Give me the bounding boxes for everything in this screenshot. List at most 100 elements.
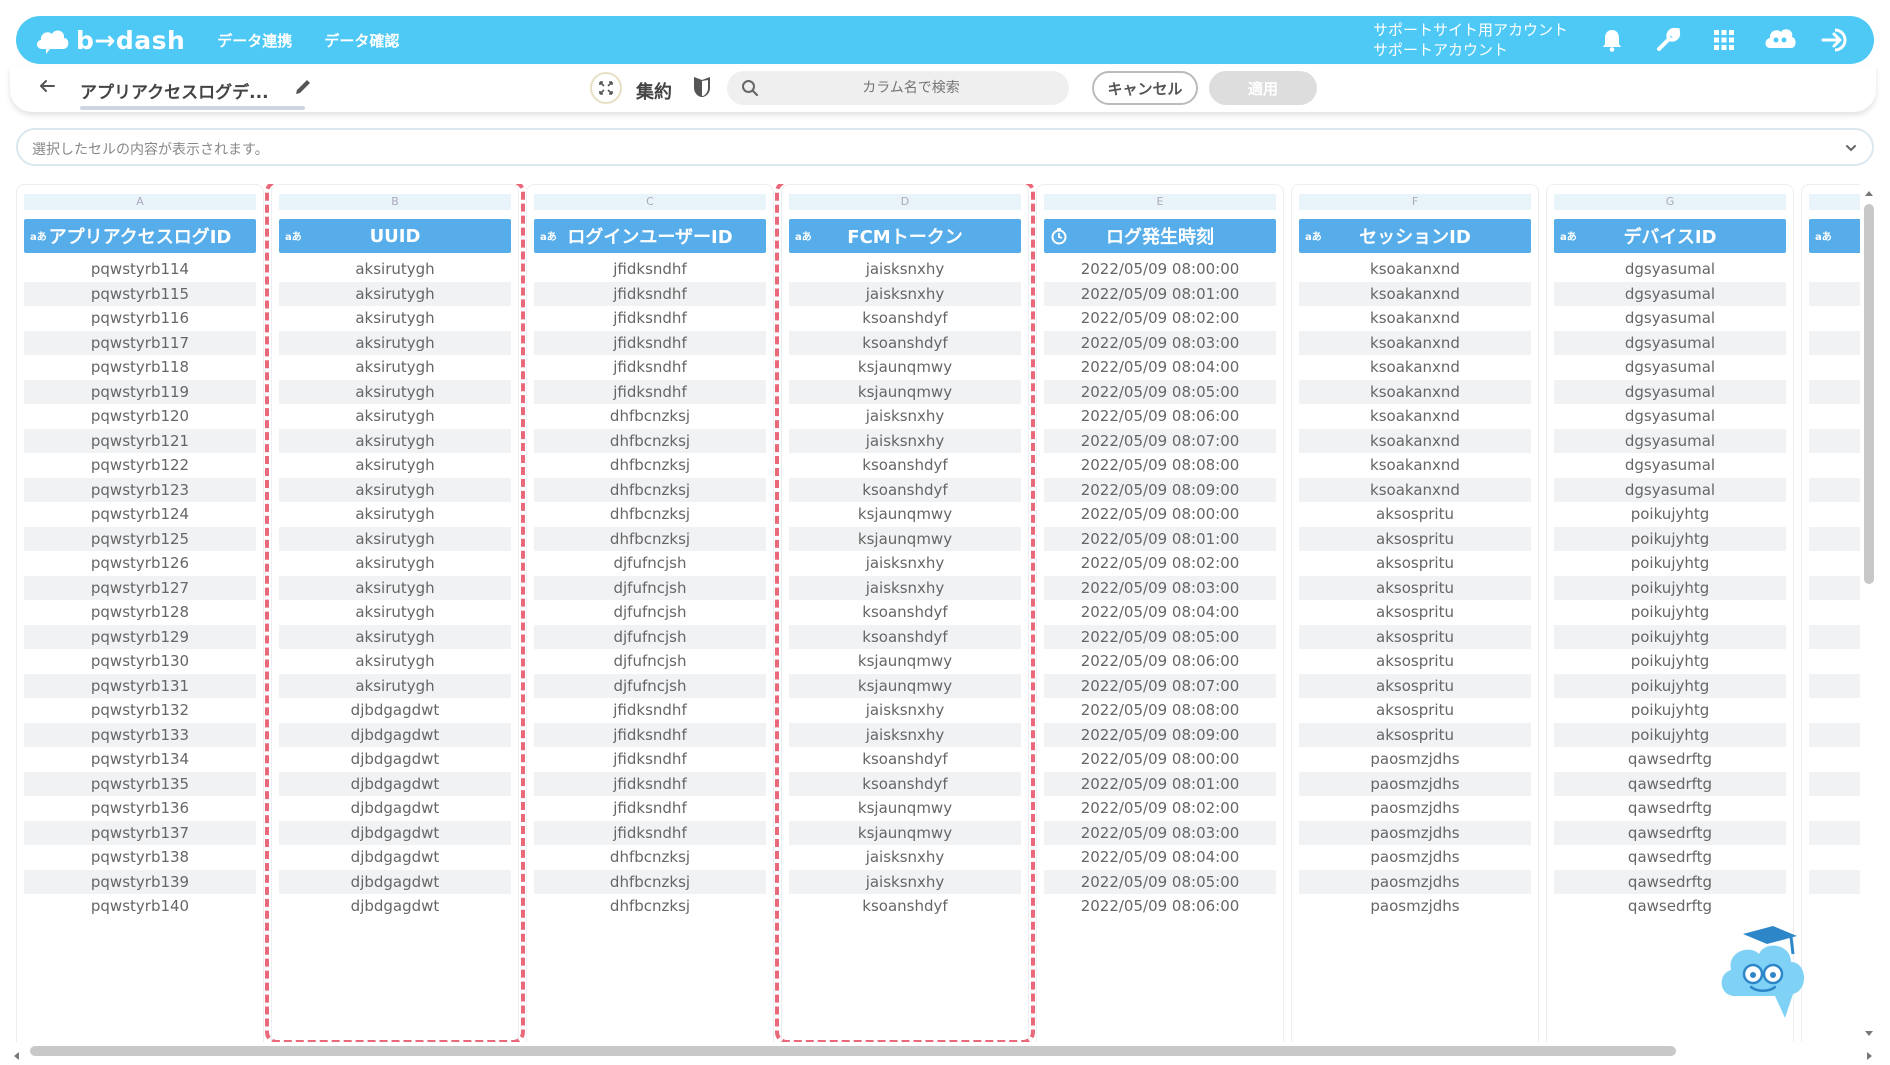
table-cell[interactable] <box>1809 477 1860 502</box>
table-cell[interactable]: 2022/05/09 08:06:00 <box>1044 649 1276 673</box>
logout-icon[interactable] <box>1818 22 1854 58</box>
table-cell[interactable] <box>1809 575 1860 600</box>
table-cell[interactable]: poikujyhtg <box>1554 624 1786 649</box>
scroll-left-arrow-icon[interactable] <box>12 1046 22 1065</box>
table-cell[interactable]: pqwstyrb127 <box>24 575 256 600</box>
table-cell[interactable]: aksospritu <box>1299 502 1531 526</box>
table-cell[interactable]: qawsedrftg <box>1554 845 1786 869</box>
table-cell[interactable]: djfufncjsh <box>534 575 766 600</box>
table-cell[interactable]: aksospritu <box>1299 698 1531 722</box>
table-cell[interactable]: poikujyhtg <box>1554 600 1786 624</box>
column-header[interactable]: aあ セッションID <box>1299 219 1531 253</box>
table-cell[interactable] <box>1809 673 1860 698</box>
table-cell[interactable]: aksospritu <box>1299 649 1531 673</box>
table-cell[interactable]: 2022/05/09 08:07:00 <box>1044 673 1276 698</box>
mask-icon[interactable] <box>692 75 712 103</box>
column-header[interactable]: ログ発生時刻 <box>1044 219 1276 253</box>
table-cell[interactable]: pqwstyrb134 <box>24 747 256 771</box>
table-cell[interactable]: pqwstyrb120 <box>24 404 256 428</box>
table-cell[interactable]: djfufncjsh <box>534 673 766 698</box>
table-cell[interactable]: aksirutygh <box>279 600 511 624</box>
table-cell[interactable]: jaisksnxhy <box>789 575 1021 600</box>
column-header[interactable]: aあ FCMトークン <box>789 219 1021 253</box>
apply-button[interactable]: 適用 <box>1209 71 1317 105</box>
table-cell[interactable]: dhfbcnzksj <box>534 526 766 551</box>
table-cell[interactable]: djbdgagdwt <box>279 698 511 722</box>
logo[interactable]: b→dash <box>34 25 185 55</box>
table-cell[interactable]: pqwstyrb129 <box>24 624 256 649</box>
table-cell[interactable]: pqwstyrb118 <box>24 355 256 379</box>
table-cell[interactable]: aksirutygh <box>279 673 511 698</box>
table-cell[interactable]: ksoanshdyf <box>789 306 1021 330</box>
table-cell[interactable] <box>1809 771 1860 796</box>
table-cell[interactable]: paosmzjdhs <box>1299 845 1531 869</box>
table-cell[interactable]: poikujyhtg <box>1554 551 1786 575</box>
pencil-edit-icon[interactable] <box>294 78 312 100</box>
table-cell[interactable]: poikujyhtg <box>1554 722 1786 747</box>
table-cell[interactable]: 2022/05/09 08:05:00 <box>1044 379 1276 404</box>
table-cell[interactable]: 2022/05/09 08:03:00 <box>1044 575 1276 600</box>
apps-grid-icon[interactable] <box>1706 22 1742 58</box>
nav-data-check[interactable]: データ確認 <box>324 30 399 51</box>
table-cell[interactable]: aksirutygh <box>279 281 511 306</box>
table-cell[interactable]: pqwstyrb137 <box>24 820 256 845</box>
table-cell[interactable]: pqwstyrb124 <box>24 502 256 526</box>
table-cell[interactable]: ksoakanxnd <box>1299 404 1531 428</box>
table-cell[interactable]: paosmzjdhs <box>1299 869 1531 894</box>
bell-icon[interactable] <box>1594 22 1630 58</box>
table-cell[interactable]: pqwstyrb117 <box>24 330 256 355</box>
table-cell[interactable]: 2022/05/09 08:00:00 <box>1044 747 1276 771</box>
column-header[interactable]: aあ <box>1809 219 1860 253</box>
table-cell[interactable]: dhfbcnzksj <box>534 428 766 453</box>
table-cell[interactable]: djbdgagdwt <box>279 722 511 747</box>
table-cell[interactable]: aksospritu <box>1299 624 1531 649</box>
table-cell[interactable]: jaisksnxhy <box>789 257 1021 281</box>
table-cell[interactable]: paosmzjdhs <box>1299 894 1531 918</box>
table-cell[interactable]: paosmzjdhs <box>1299 771 1531 796</box>
table-cell[interactable]: djbdgagdwt <box>279 820 511 845</box>
table-cell[interactable]: 2022/05/09 08:05:00 <box>1044 869 1276 894</box>
table-cell[interactable]: ksoakanxnd <box>1299 355 1531 379</box>
column-header[interactable]: aあ ログインユーザーID <box>534 219 766 253</box>
table-cell[interactable]: aksospritu <box>1299 575 1531 600</box>
column-letter[interactable]: D <box>789 194 1021 210</box>
table-cell[interactable]: ksoakanxnd <box>1299 330 1531 355</box>
table-cell[interactable]: paosmzjdhs <box>1299 747 1531 771</box>
table-cell[interactable]: dgsyasumal <box>1554 379 1786 404</box>
table-cell[interactable]: ksjaunqmwy <box>789 502 1021 526</box>
scroll-up-arrow-icon[interactable] <box>1864 184 1874 203</box>
table-cell[interactable]: djbdgagdwt <box>279 894 511 918</box>
column-letter[interactable]: B <box>279 194 511 210</box>
table-cell[interactable]: aksospritu <box>1299 600 1531 624</box>
table-cell[interactable]: pqwstyrb138 <box>24 845 256 869</box>
wrench-icon[interactable] <box>1650 22 1686 58</box>
table-cell[interactable]: jaisksnxhy <box>789 845 1021 869</box>
table-cell[interactable]: pqwstyrb123 <box>24 477 256 502</box>
table-cell[interactable]: 2022/05/09 08:01:00 <box>1044 281 1276 306</box>
table-cell[interactable]: qawsedrftg <box>1554 747 1786 771</box>
scroll-down-arrow-icon[interactable] <box>1864 1023 1874 1042</box>
table-cell[interactable]: aksospritu <box>1299 673 1531 698</box>
back-arrow-icon[interactable] <box>38 77 56 99</box>
horizontal-scroll-thumb[interactable] <box>30 1046 1676 1056</box>
table-cell[interactable]: 2022/05/09 08:09:00 <box>1044 722 1276 747</box>
table-cell[interactable]: pqwstyrb140 <box>24 894 256 918</box>
table-cell[interactable]: 2022/05/09 08:08:00 <box>1044 453 1276 477</box>
table-cell[interactable]: ksoanshdyf <box>789 453 1021 477</box>
column-search-input[interactable] <box>771 71 1051 105</box>
table-cell[interactable]: 2022/05/09 08:02:00 <box>1044 551 1276 575</box>
table-cell[interactable]: ksoakanxnd <box>1299 477 1531 502</box>
table-cell[interactable]: aksirutygh <box>279 649 511 673</box>
table-cell[interactable]: ksjaunqmwy <box>789 649 1021 673</box>
column-letter[interactable]: C <box>534 194 766 210</box>
table-cell[interactable]: aksospritu <box>1299 526 1531 551</box>
table-cell[interactable]: jfidksndhf <box>534 330 766 355</box>
table-cell[interactable] <box>1809 526 1860 551</box>
table-cell[interactable]: djbdgagdwt <box>279 845 511 869</box>
table-cell[interactable]: pqwstyrb115 <box>24 281 256 306</box>
table-cell[interactable]: ksoakanxnd <box>1299 428 1531 453</box>
column-letter[interactable]: H <box>1809 194 1860 210</box>
table-cell[interactable]: jfidksndhf <box>534 747 766 771</box>
table-cell[interactable]: jfidksndhf <box>534 306 766 330</box>
table-cell[interactable]: pqwstyrb133 <box>24 722 256 747</box>
